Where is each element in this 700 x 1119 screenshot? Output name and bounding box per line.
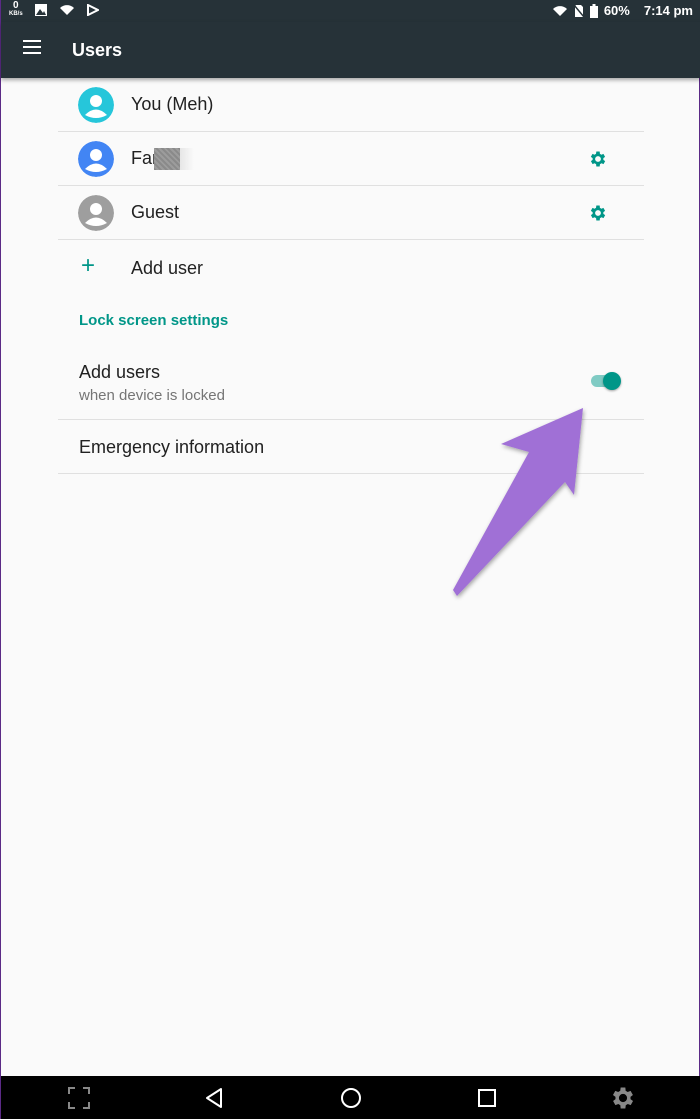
add-user-button[interactable]: + Add user [58,240,644,294]
screenshot-frame-icon[interactable] [65,1084,93,1112]
setting-title: Add users [79,362,161,382]
net-speed-value: 0 [13,0,19,11]
user-item-far[interactable]: Far [58,132,644,186]
redaction-block [154,148,180,171]
redaction-fade [180,148,194,171]
page-title: Users [72,40,123,60]
gear-icon[interactable] [588,149,608,169]
battery-percentage: 60% [603,3,630,18]
setting-subtitle: when device is locked [79,387,225,404]
settings-gear-icon[interactable] [609,1084,637,1112]
emergency-information-label: Emergency information [79,437,265,457]
user-item-you[interactable]: You (Meh) [58,78,644,132]
recents-icon[interactable] [473,1084,501,1112]
lock-screen-settings-header: Lock screen settings [79,312,229,329]
play-store-icon [86,4,99,16]
plus-icon: + [81,252,96,279]
menu-icon[interactable] [23,40,43,60]
user-name: You (Meh) [131,94,214,114]
no-sim-icon [573,4,584,17]
user-avatar-icon [78,87,114,123]
user-name: Guest [131,202,180,222]
status-bar: 0 KB/s 60% 7:14 pm [1,0,700,22]
guest-avatar-icon [78,195,114,231]
emergency-information-item[interactable]: Emergency information [58,420,644,474]
user-name-redacted: Far [131,148,194,171]
toggle-thumb [603,372,621,390]
wifi-signal-icon [552,5,567,16]
user-avatar-icon [78,141,114,177]
add-users-toggle[interactable] [591,370,621,390]
home-icon[interactable] [337,1084,365,1112]
add-user-label: Add user [131,258,204,278]
navigation-bar [1,1076,700,1119]
image-icon [34,4,47,16]
user-item-guest[interactable]: Guest [58,186,644,240]
gear-icon[interactable] [588,203,608,223]
add-users-when-locked-setting[interactable]: Add users when device is locked [58,346,644,420]
battery-icon [589,3,598,18]
wifi-icon [59,5,74,15]
clock: 7:14 pm [643,3,693,18]
back-icon[interactable] [201,1084,229,1112]
app-bar: Users [1,22,700,78]
network-speed: 0 KB/s [9,0,23,18]
net-speed-unit: KB/s [9,11,23,17]
